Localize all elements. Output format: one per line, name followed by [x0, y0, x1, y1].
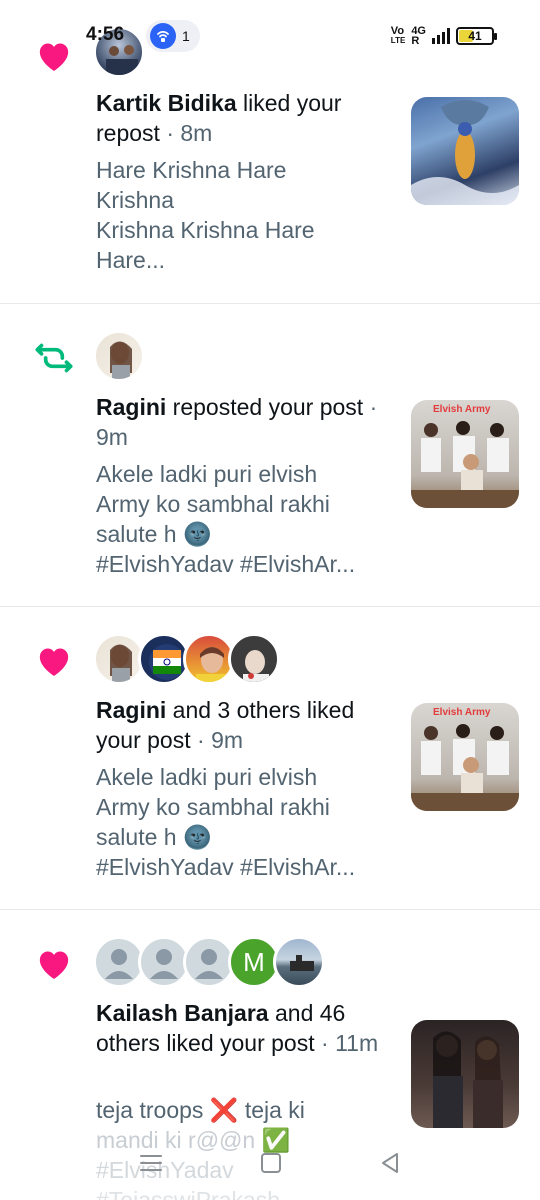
user-name[interactable]: Ragini [96, 394, 166, 420]
avatar-group: M [93, 936, 325, 988]
avatar[interactable] [93, 330, 145, 382]
notification-title: Kailash Banjara and 46 others liked your… [96, 1000, 379, 1056]
post-preview: Hare Krishna Hare Krishna Krishna Krishn… [96, 157, 315, 273]
user-name[interactable]: Kailash Banjara [96, 1000, 269, 1026]
hotspot-indicator[interactable]: 1 [146, 20, 200, 52]
heart-icon [34, 944, 74, 984]
heart-icon [34, 641, 74, 681]
avatar-group [93, 330, 145, 382]
back-icon[interactable] [378, 1151, 402, 1180]
post-thumbnail[interactable]: Elvish Army [411, 400, 519, 508]
notification-title: Ragini reposted your post · 9m [96, 394, 378, 450]
notification-item[interactable]: Ragini and 3 others liked your post · 9m… [0, 607, 540, 910]
post-preview: Akele ladki puri elvish Army ko sambhal … [96, 461, 356, 577]
avatar[interactable] [273, 936, 325, 988]
network-type-icon: 4G R [411, 25, 426, 47]
user-name[interactable]: Kartik Bidika [96, 90, 237, 116]
signal-strength-icon [432, 28, 450, 44]
hotspot-count: 1 [182, 28, 190, 44]
notification-title: Kartik Bidika liked your repost · 8m [96, 90, 342, 146]
notification-item[interactable]: Ragini reposted your post · 9m Akele lad… [0, 304, 540, 607]
avatar[interactable] [228, 633, 280, 685]
system-navigation-bar [0, 1130, 540, 1200]
status-time: 4:56 [86, 24, 125, 45]
post-thumbnail[interactable]: Elvish Army [411, 703, 519, 811]
battery-level: 41 [468, 29, 482, 43]
notification-title: Ragini and 3 others liked your post · 9m [96, 697, 355, 753]
post-thumbnail[interactable] [411, 97, 519, 205]
notification-time: 9m [96, 424, 128, 450]
volte-icon: Vo LTE [390, 25, 406, 46]
repost-icon [34, 338, 74, 378]
notification-time: 11m [335, 1030, 379, 1056]
status-icons: Vo LTE 4G R 41 [390, 25, 497, 47]
thumbnail-caption: Elvish Army [433, 707, 491, 718]
post-thumbnail[interactable] [411, 1020, 519, 1128]
user-name[interactable]: Ragini [96, 697, 166, 723]
home-icon[interactable] [259, 1151, 283, 1180]
battery-icon: 41 [456, 27, 497, 45]
notification-time: 8m [180, 120, 213, 146]
status-bar: 4:56 1 Vo LTE 4G R 41 [0, 0, 540, 60]
thumbnail-caption: Elvish Army [433, 404, 491, 415]
avatar-group [93, 633, 280, 685]
hotspot-icon [150, 23, 176, 49]
menu-icon[interactable] [138, 1152, 164, 1179]
post-preview: Akele ladki puri elvish Army ko sambhal … [96, 764, 356, 880]
notification-time: 9m [211, 727, 244, 753]
